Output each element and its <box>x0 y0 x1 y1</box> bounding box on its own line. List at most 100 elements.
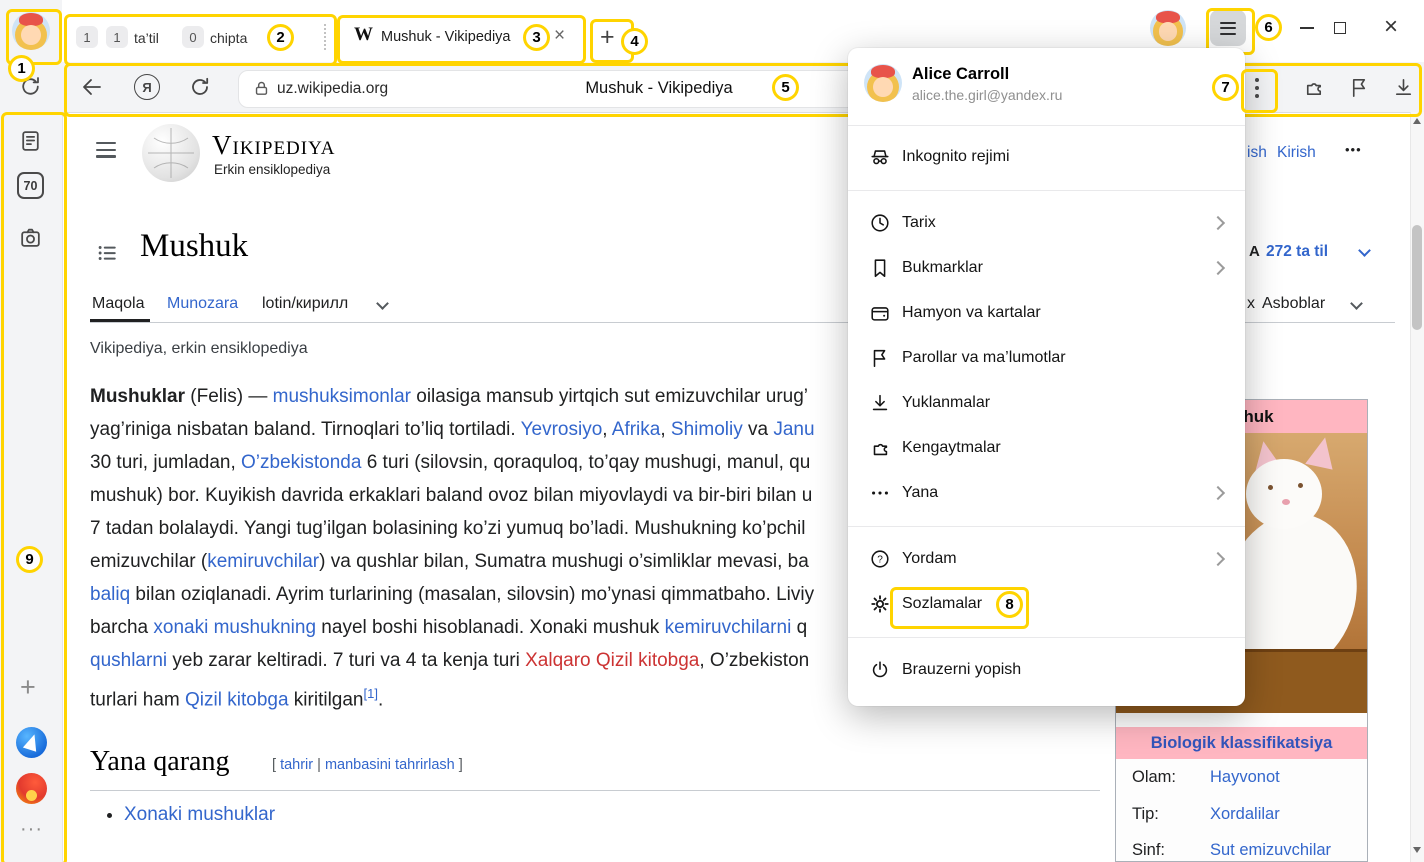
maximize-icon[interactable] <box>1334 22 1346 34</box>
annotation-5: 5 <box>772 74 799 101</box>
contents-icon[interactable] <box>96 242 118 264</box>
menu-avatar <box>864 64 902 102</box>
tab-group-tatil-label[interactable]: ta’til <box>134 30 159 46</box>
reload-icon[interactable] <box>188 75 212 99</box>
ellipsis-icon <box>868 481 892 505</box>
protect-passwords-icon[interactable] <box>1348 76 1371 99</box>
menu-bar-shape <box>1220 27 1236 29</box>
menu-item-extensions[interactable]: Kengaytmalar <box>848 426 1245 470</box>
sidebar-more-icon[interactable]: ··· <box>20 818 43 841</box>
menu-item-label: Yuklanmalar <box>902 394 990 412</box>
tools-menu[interactable]: Asboblar <box>1262 295 1325 313</box>
tab-close-icon[interactable]: × <box>554 25 565 47</box>
signup-link-tail[interactable]: ish <box>1247 144 1267 162</box>
scrollbar-thumb[interactable] <box>1412 225 1422 330</box>
menu-bar-shape <box>1220 33 1236 35</box>
browser-menu-button[interactable] <box>1210 10 1246 46</box>
article-line: 7 tadan bolalaydi. Yangi tug’ilgan bolas… <box>90 512 805 545</box>
back-icon[interactable] <box>80 75 104 99</box>
wiki-more-icon[interactable]: ••• <box>1345 142 1362 157</box>
annotation-8: 8 <box>996 591 1023 618</box>
wikipedia-logo[interactable] <box>142 124 200 182</box>
downloads-icon <box>868 391 892 415</box>
menu-item-downloads[interactable]: Yuklanmalar <box>848 381 1245 425</box>
feed-icon[interactable] <box>18 128 43 153</box>
new-tab-icon[interactable]: + <box>600 23 615 52</box>
tab-group-chipta-label[interactable]: chipta <box>210 30 247 46</box>
annotation-7: 7 <box>1212 74 1239 101</box>
yandex-home-icon[interactable]: Я <box>134 74 160 100</box>
taxobox-row-value[interactable]: Sut emizuvchilar <box>1210 841 1331 860</box>
account-name[interactable]: Alice Carroll <box>912 65 1009 84</box>
cat-eye-shape <box>1298 483 1303 488</box>
menu-bar-shape <box>1220 22 1236 24</box>
menu-item-more[interactable]: Yana <box>848 471 1245 515</box>
browser-sail-shape <box>23 732 41 752</box>
incognito-icon <box>868 145 892 169</box>
avatar-face <box>1159 22 1178 41</box>
menu-item-help[interactable]: ? Yordam <box>848 537 1245 581</box>
menu-item-quit[interactable]: Brauzerni yopish <box>848 648 1245 692</box>
wikipedia-favicon: W <box>354 24 373 46</box>
svg-text:?: ? <box>877 555 883 566</box>
annotation-3: 3 <box>523 24 550 51</box>
list-bullet <box>107 813 112 818</box>
menu-item-bookmarks[interactable]: Bukmarklar <box>848 246 1245 290</box>
menu-item-label: Parollar va ma’lumotlar <box>902 349 1066 367</box>
tabs-counter[interactable]: 70 <box>17 172 44 199</box>
yandex-browser-icon[interactable] <box>16 727 47 758</box>
menu-divider <box>848 526 1245 527</box>
profile-avatar[interactable] <box>12 12 50 50</box>
menu-item-wallet[interactable]: Hamyon va kartalar <box>848 291 1245 335</box>
taxobox-row-value[interactable]: Xordalilar <box>1210 805 1280 824</box>
start-dot-shape <box>26 790 37 801</box>
menu-item-history[interactable]: Tarix <box>848 201 1245 245</box>
help-icon: ? <box>868 547 892 571</box>
annotation-2: 2 <box>267 24 294 51</box>
kebab-menu-icon[interactable] <box>1246 72 1268 104</box>
browser-menu: Alice Carroll alice.the.girl@yandex.ru I… <box>848 48 1245 706</box>
scroll-down-icon[interactable] <box>1413 847 1421 853</box>
see-also-link[interactable]: Xonaki mushuklar <box>124 804 275 826</box>
login-link[interactable]: Kirish <box>1277 144 1316 162</box>
article-line: qushlarni yeb zarar keltiradi. 7 turi va… <box>90 644 809 677</box>
menu-bar-shape <box>96 149 116 151</box>
menu-item-incognito[interactable]: Inkognito rejimi <box>848 135 1245 179</box>
scroll-up-icon[interactable] <box>1413 118 1421 124</box>
page-title: Mushuk <box>140 228 248 265</box>
menu-divider <box>848 190 1245 191</box>
section-edit-links[interactable]: [ tahrir | manbasini tahrirlash ] <box>272 757 463 773</box>
tab-group-chipta-badge[interactable]: 0 <box>182 26 204 48</box>
add-panel-icon[interactable]: + <box>20 674 36 701</box>
tab-maqola[interactable]: Maqola <box>92 295 144 313</box>
titlebar-avatar[interactable] <box>1150 10 1186 46</box>
downloads-toolbar-icon[interactable] <box>1392 76 1415 99</box>
taxobox-row-label: Tip: <box>1132 805 1159 824</box>
menu-bar-shape <box>96 142 116 144</box>
menu-bar-shape <box>96 155 116 157</box>
menu-item-label: Yana <box>902 484 938 502</box>
window-close-icon[interactable]: × <box>1384 13 1398 41</box>
menu-item-passwords[interactable]: Parollar va ma’lumotlar <box>848 336 1245 380</box>
menu-item-settings[interactable]: Sozlamalar <box>848 582 1245 626</box>
annotation-4: 4 <box>621 28 648 55</box>
cat-nose-shape <box>1282 499 1290 505</box>
tab-group-badge[interactable]: 1 <box>76 26 98 48</box>
extensions-toolbar-icon[interactable] <box>1302 76 1325 99</box>
taxobox-row-value[interactable]: Hayvonot <box>1210 768 1280 787</box>
variant-selector[interactable]: lotin/кирилл <box>262 295 348 313</box>
minimize-icon[interactable] <box>1300 27 1314 29</box>
menu-item-label: Tarix <box>902 214 936 232</box>
tab-group-tatil-badge[interactable]: 1 <box>106 26 128 48</box>
yandex-start-icon[interactable] <box>16 773 47 804</box>
wiki-brand[interactable]: Vikipediya <box>212 130 335 161</box>
active-tab-title[interactable]: Mushuk - Vikipediya <box>381 29 511 45</box>
wiki-tagline: Erkin ensiklopediya <box>214 162 330 177</box>
menu-divider <box>848 125 1245 126</box>
language-selector[interactable]: 272 ta til <box>1266 243 1328 261</box>
wiki-menu-icon[interactable] <box>96 142 116 158</box>
tab-munozara[interactable]: Munozara <box>167 295 238 313</box>
screenshot-icon[interactable] <box>18 225 43 250</box>
section-heading: Yana qarang <box>90 746 229 778</box>
annotation-9: 9 <box>16 546 43 573</box>
